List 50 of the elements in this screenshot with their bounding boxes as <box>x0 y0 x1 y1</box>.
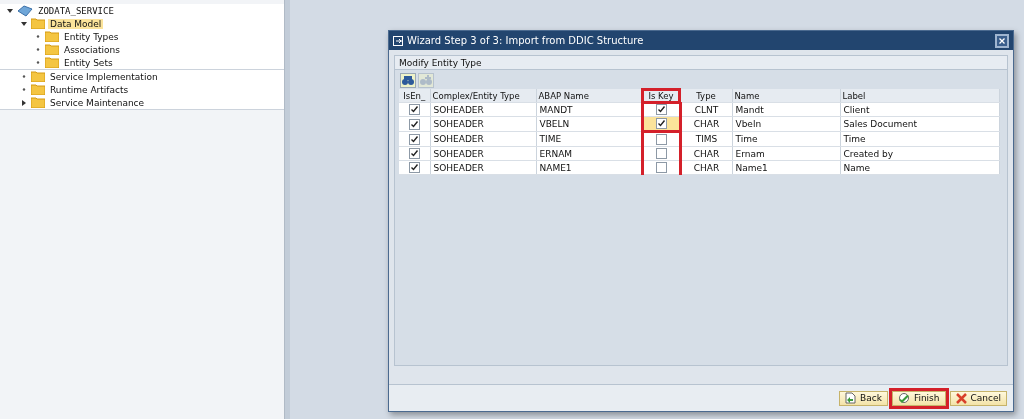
tree-item[interactable]: Data Model <box>48 18 104 29</box>
binoculars-icon[interactable] <box>400 73 416 88</box>
tree-item[interactable]: Service Maintenance <box>48 97 147 108</box>
group-title: Modify Entity Type <box>399 57 482 68</box>
checkbox[interactable] <box>408 104 420 115</box>
tree-item[interactable]: ZODATA_SERVICE <box>36 5 116 16</box>
close-icon <box>955 392 967 404</box>
tree-item[interactable]: Runtime Artifacts <box>48 84 131 95</box>
folder-icon <box>45 57 59 68</box>
checkbox[interactable] <box>408 118 420 130</box>
tree-item[interactable]: Service Implementation <box>48 71 160 82</box>
service-icon <box>17 4 33 17</box>
window-icon <box>393 35 403 46</box>
column-header: IsEn_ <box>399 89 430 103</box>
folder-icon <box>45 44 59 55</box>
close-icon[interactable] <box>995 33 1009 48</box>
dialog-button[interactable]: Back <box>839 390 888 406</box>
column-header: ABAP Name <box>536 89 642 103</box>
expand-arrow-icon[interactable] <box>20 99 28 106</box>
checkbox[interactable] <box>408 162 420 173</box>
bullet-icon <box>34 35 42 38</box>
folder-icon <box>31 84 45 95</box>
document-icon <box>845 392 856 404</box>
window-title: Wizard Step 3 of 3: Import from DDIC Structure <box>407 35 645 46</box>
bullet-icon <box>20 75 28 78</box>
column-header: Type <box>680 89 732 103</box>
checkbox[interactable] <box>655 104 667 115</box>
bullet-icon <box>34 48 42 51</box>
column-header: Complex/Entity Type <box>430 89 536 103</box>
checkbox[interactable] <box>655 148 667 159</box>
checkbox[interactable] <box>408 148 420 159</box>
finish-icon <box>897 392 910 404</box>
bullet-icon <box>20 88 28 91</box>
collapse-arrow-icon[interactable] <box>20 20 28 27</box>
checkbox[interactable] <box>655 134 667 145</box>
column-header: Name <box>732 89 840 103</box>
column-header: Label <box>840 89 999 103</box>
checkbox[interactable] <box>408 133 420 145</box>
tree-item[interactable]: Entity Types <box>62 31 121 42</box>
column-header: Is Key <box>642 89 680 103</box>
checkbox[interactable] <box>655 162 667 173</box>
tree-item[interactable]: Associations <box>62 44 122 55</box>
bullet-icon <box>34 61 42 64</box>
folder-icon <box>45 31 59 42</box>
dialog-button[interactable]: Cancel <box>949 390 1007 406</box>
folder-icon <box>31 97 45 108</box>
checkbox[interactable] <box>655 118 667 129</box>
collapse-arrow-icon[interactable] <box>6 7 14 14</box>
tree-item[interactable]: Entity Sets <box>62 57 115 68</box>
dialog-button[interactable]: Finish <box>891 390 946 406</box>
